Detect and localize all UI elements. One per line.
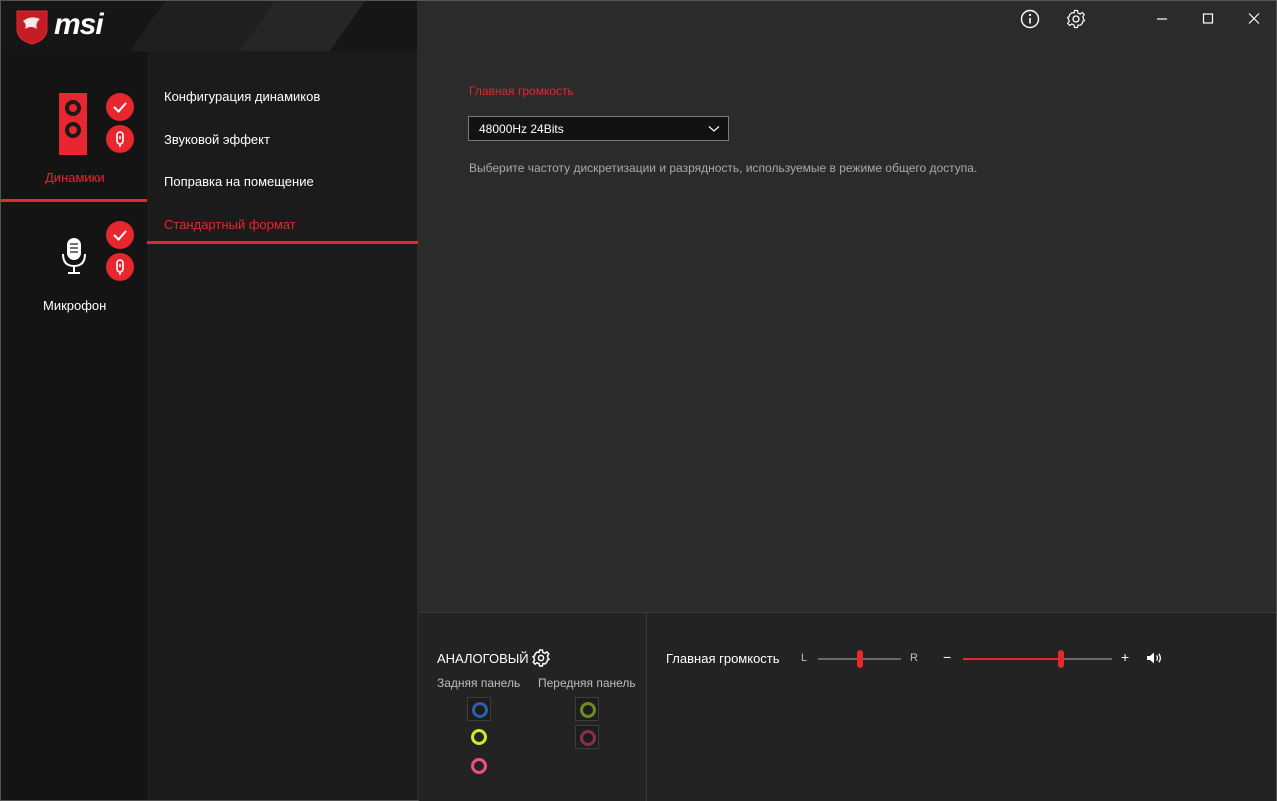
app-window: msi Динамики Микрофон Конфигурация динам… — [0, 0, 1277, 801]
speaker-icon — [59, 93, 87, 155]
msi-shield-logo-icon — [16, 10, 48, 45]
speaker-volume-icon[interactable] — [1146, 651, 1164, 665]
info-button[interactable] — [1019, 9, 1041, 29]
chevron-down-icon — [708, 126, 720, 132]
brand-bar: msi — [1, 1, 417, 51]
volume-decrease-button[interactable]: − — [943, 649, 951, 665]
front-panel-label: Передняя панель — [538, 676, 636, 690]
format-select-value: 48000Hz 24Bits — [479, 122, 564, 136]
microphone-config-icon[interactable] — [106, 253, 134, 281]
rear-panel-label: Задняя панель — [437, 676, 521, 690]
device-speakers-label: Динамики — [45, 170, 105, 185]
rear-jack-pink[interactable] — [467, 754, 491, 778]
analog-settings-gear-icon[interactable] — [531, 648, 551, 668]
minimize-button[interactable] — [1151, 9, 1173, 29]
microphone-enabled-check-icon[interactable] — [106, 221, 134, 249]
volume-slider-fill — [963, 658, 1062, 660]
volume-increase-button[interactable]: + — [1121, 649, 1129, 665]
balance-right-label: R — [910, 652, 918, 664]
menu-item-speaker-config[interactable]: Конфигурация динамиков — [164, 89, 320, 104]
device-microphone[interactable]: Микрофон — [1, 211, 147, 321]
menu-item-sound-effect[interactable]: Звуковой эффект — [164, 132, 270, 147]
minimize-icon — [1157, 18, 1167, 20]
close-button[interactable] — [1243, 9, 1265, 29]
speakers-enabled-check-icon[interactable] — [106, 93, 134, 121]
balance-left-label: L — [801, 652, 808, 664]
balance-slider-thumb[interactable] — [856, 650, 863, 668]
gear-icon — [1066, 9, 1086, 29]
info-icon — [1020, 9, 1040, 29]
device-active-indicator — [1, 199, 147, 202]
bottom-divider — [646, 613, 647, 801]
menu-item-default-format[interactable]: Стандартный формат — [164, 217, 296, 232]
microphone-icon — [62, 238, 86, 274]
brand-logo-text: msi — [54, 8, 104, 41]
device-microphone-label: Микрофон — [43, 298, 107, 313]
menu-active-indicator — [147, 241, 418, 244]
maximize-icon — [1202, 13, 1214, 24]
front-jack-pink[interactable] — [575, 725, 599, 749]
bottom-panel: АНАЛОГОВЫЙ Задняя панель Передняя панель… — [419, 612, 1276, 801]
rear-jack-lime[interactable] — [467, 725, 491, 749]
menu-item-room-correction[interactable]: Поправка на помещение — [164, 174, 314, 189]
device-speakers[interactable]: Динамики — [1, 81, 147, 201]
settings-menu: Конфигурация динамиков Звуковой эффект П… — [147, 51, 418, 800]
maximize-button[interactable] — [1197, 9, 1219, 29]
speakers-config-icon[interactable] — [106, 125, 134, 153]
close-icon — [1248, 13, 1260, 24]
rear-jack-blue[interactable] — [467, 697, 491, 721]
volume-slider-thumb[interactable] — [1058, 650, 1065, 668]
format-description: Выберите частоту дискретизации и разрядн… — [469, 161, 978, 175]
front-jack-green[interactable] — [575, 697, 599, 721]
format-select[interactable]: 48000Hz 24Bits — [468, 116, 729, 141]
volume-label: Главная громкость — [666, 651, 780, 666]
analog-label: АНАЛОГОВЫЙ — [437, 651, 529, 666]
settings-button[interactable] — [1065, 9, 1087, 29]
section-title: Главная громкость — [469, 84, 574, 98]
